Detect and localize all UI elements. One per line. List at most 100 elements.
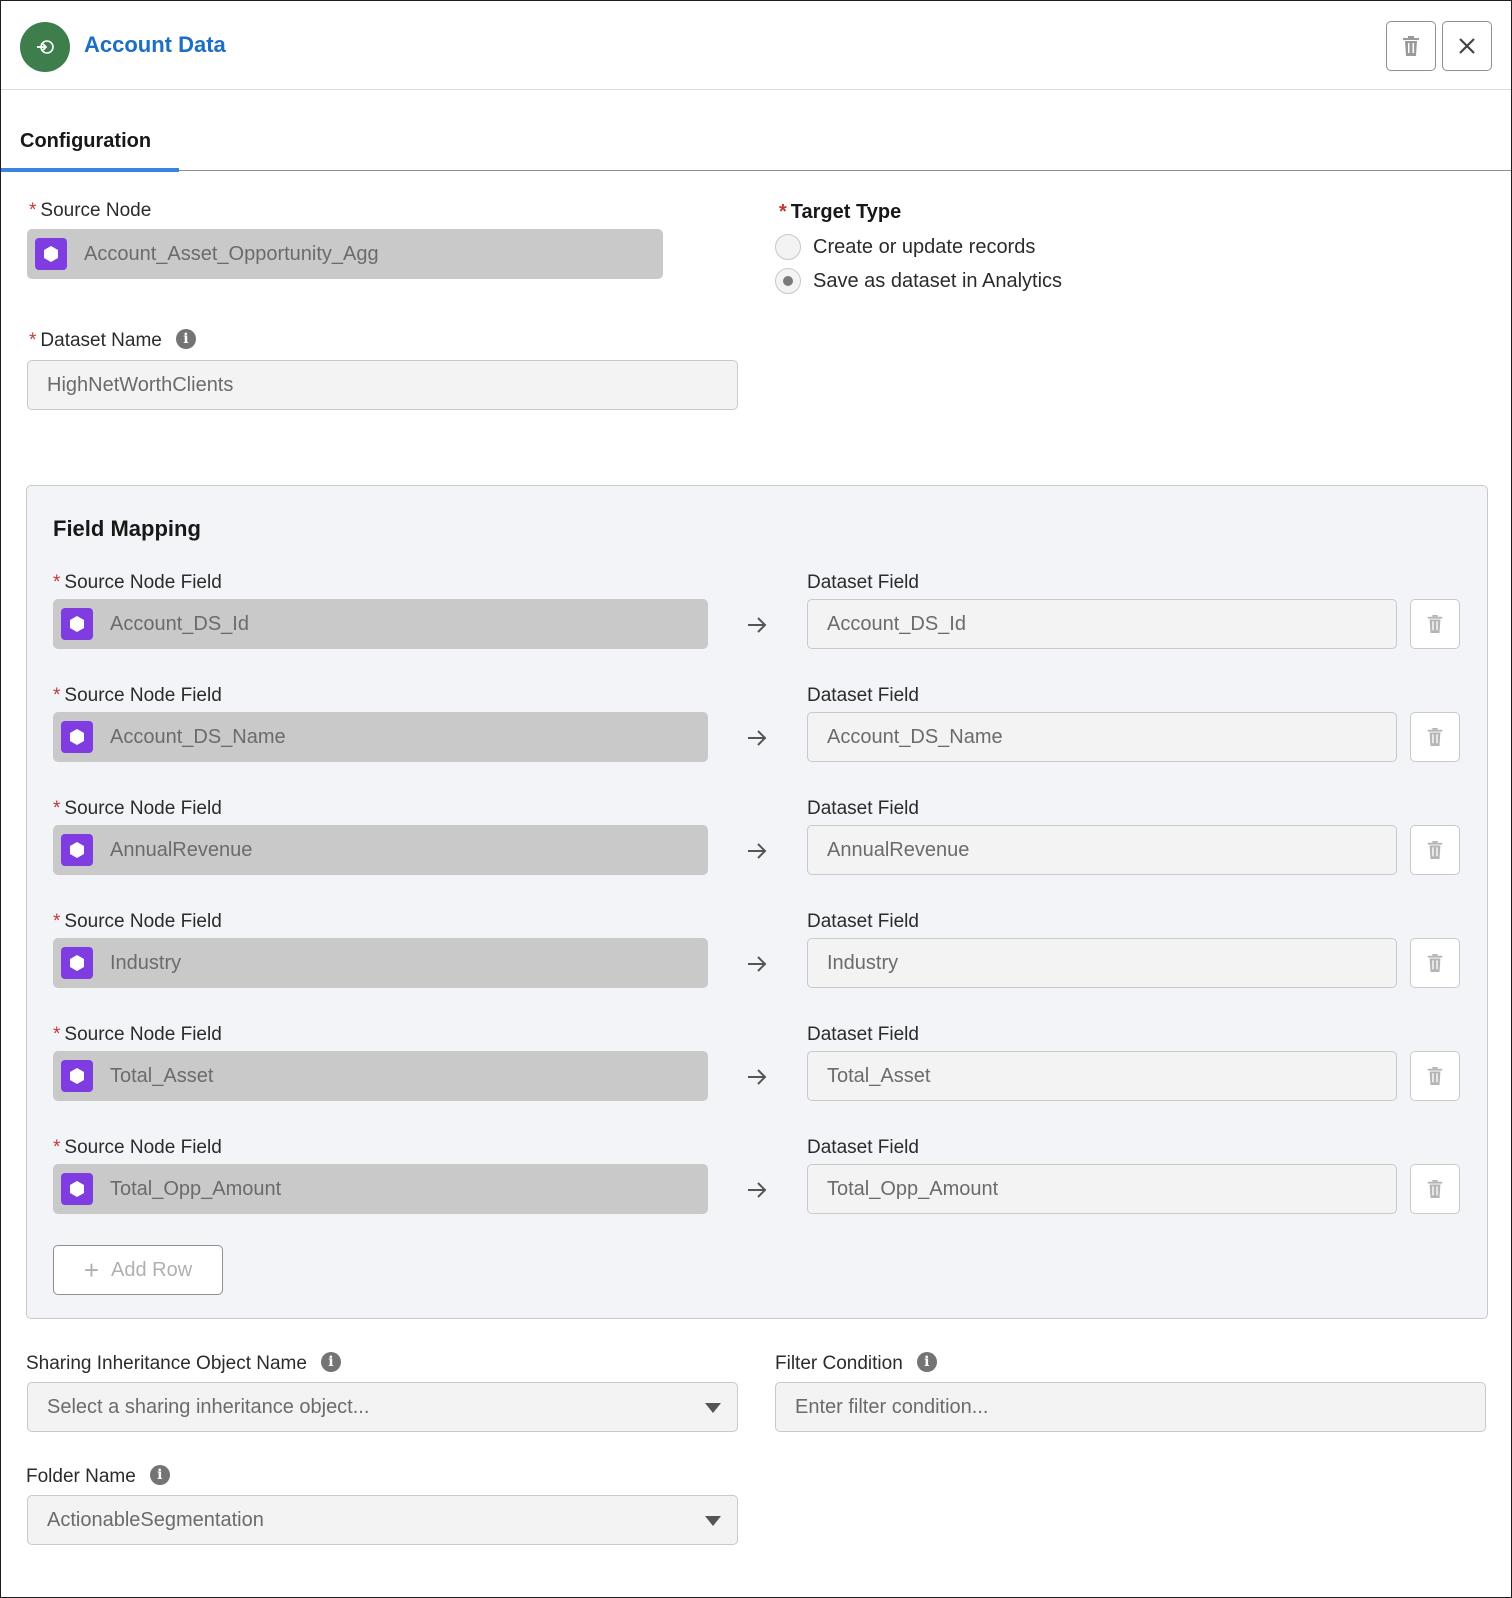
target-type-label: * Target Type	[779, 201, 902, 223]
delete-row-button[interactable]	[1410, 1164, 1460, 1214]
required-marker: *	[779, 201, 787, 223]
source-field-value: Industry	[110, 951, 182, 974]
trash-icon	[1427, 841, 1443, 859]
dataset-field-input[interactable]: Account_DS_Id	[807, 599, 1397, 649]
chevron-down-icon	[705, 1403, 721, 1413]
radio-label: Save as dataset in Analytics	[813, 269, 1063, 292]
field-type-icon	[61, 1060, 93, 1092]
folder-value: ActionableSegmentation	[47, 1508, 264, 1531]
info-icon[interactable]: i	[320, 1351, 341, 1372]
dataset-field-label: Dataset Field	[807, 572, 919, 593]
radio-circle[interactable]	[775, 234, 801, 260]
plus-icon: +	[83, 1254, 100, 1285]
dataset-field-input[interactable]: AnnualRevenue	[807, 825, 1397, 875]
arrow-right-icon	[748, 730, 767, 746]
required-marker: *	[53, 798, 61, 819]
info-icon[interactable]: i	[916, 1351, 937, 1372]
add-row-button[interactable]: + Add Row	[53, 1245, 223, 1295]
source-field-label: * Source Node Field	[53, 798, 222, 819]
mapping-row: * Source Node Field Dataset Field AnnualR…	[27, 798, 1487, 898]
dataset-field-label: Dataset Field	[807, 1024, 919, 1045]
source-field-value: Total_Asset	[110, 1064, 214, 1087]
source-field-label: * Source Node Field	[53, 1024, 222, 1045]
field-mapping-title: Field Mapping	[53, 516, 201, 541]
source-field-label: * Source Node Field	[53, 685, 222, 706]
field-type-icon	[61, 1173, 93, 1205]
dataset-field-input[interactable]: Total_Opp_Amount	[807, 1164, 1397, 1214]
delete-row-button[interactable]	[1410, 599, 1460, 649]
source-field: Total_Asset	[53, 1051, 708, 1101]
delete-row-button[interactable]	[1410, 712, 1460, 762]
field-type-icon	[61, 721, 93, 753]
info-icon[interactable]: i	[149, 1464, 170, 1485]
mapping-row: * Source Node Field Dataset Field Industr…	[27, 911, 1487, 1011]
sharing-placeholder: Select a sharing inheritance object...	[47, 1395, 370, 1418]
mapping-row: * Source Node Field Dataset Field Total_O…	[27, 1137, 1487, 1237]
field-mapping-section: Field Mapping * Source Node Field Dataset…	[26, 485, 1488, 1319]
source-field: Industry	[53, 938, 708, 988]
dataset-field-input[interactable]: Total_Asset	[807, 1051, 1397, 1101]
close-button[interactable]	[1442, 21, 1492, 71]
sharing-select[interactable]: Select a sharing inheritance object...	[27, 1382, 738, 1432]
source-field: Total_Opp_Amount	[53, 1164, 708, 1214]
folder-label: Folder Name i	[26, 1464, 170, 1488]
arrow-right-icon	[748, 617, 767, 633]
panel: Account Data Configuration * Source Node …	[0, 0, 1512, 1598]
radio-create-or-update[interactable]: Create or update records	[775, 234, 1035, 260]
field-type-icon	[61, 608, 93, 640]
arrow-right-icon	[748, 843, 767, 859]
delete-node-button[interactable]	[1386, 21, 1436, 71]
delete-row-button[interactable]	[1410, 825, 1460, 875]
required-marker: *	[53, 1137, 61, 1158]
dataset-field-label: Dataset Field	[807, 911, 919, 932]
source-field: Account_DS_Id	[53, 599, 708, 649]
tab-configuration[interactable]: Configuration	[20, 130, 151, 153]
filter-input[interactable]: Enter filter condition...	[775, 1382, 1486, 1432]
source-field: Account_DS_Name	[53, 712, 708, 762]
source-field-label: * Source Node Field	[53, 1137, 222, 1158]
source-node-field: Account_Asset_Opportunity_Agg	[27, 229, 663, 279]
dataset-field-input[interactable]: Industry	[807, 938, 1397, 988]
source-field-value: AnnualRevenue	[110, 838, 253, 861]
close-icon	[1459, 38, 1475, 54]
required-marker: *	[53, 572, 61, 593]
chevron-down-icon	[705, 1516, 721, 1526]
source-field-value: Account_DS_Id	[110, 612, 249, 635]
radio-circle-selected[interactable]	[775, 268, 801, 294]
trash-icon	[1427, 1067, 1443, 1085]
source-field: AnnualRevenue	[53, 825, 708, 875]
filter-label: Filter Condition i	[775, 1351, 937, 1375]
tab-divider	[1, 170, 1511, 171]
required-marker: *	[53, 1024, 61, 1045]
source-field-label: * Source Node Field	[53, 572, 222, 593]
delete-row-button[interactable]	[1410, 1051, 1460, 1101]
sharing-label: Sharing Inheritance Object Name i	[26, 1351, 341, 1375]
field-type-icon	[61, 834, 93, 866]
arrow-right-icon	[748, 956, 767, 972]
trash-icon	[1403, 36, 1419, 56]
source-node-value: Account_Asset_Opportunity_Agg	[84, 242, 379, 265]
required-marker: *	[29, 200, 37, 221]
mapping-row: * Source Node Field Dataset Field Account…	[27, 572, 1487, 672]
radio-label: Create or update records	[813, 235, 1036, 258]
source-field-value: Total_Opp_Amount	[110, 1177, 282, 1200]
output-node-icon	[20, 22, 70, 72]
arrow-right-icon	[748, 1069, 767, 1085]
radio-dot	[783, 276, 793, 286]
required-marker: *	[29, 330, 37, 351]
mapping-row: * Source Node Field Dataset Field Total_A…	[27, 1024, 1487, 1124]
folder-select[interactable]: ActionableSegmentation	[27, 1495, 738, 1545]
info-icon[interactable]: i	[175, 328, 196, 349]
radio-save-as-dataset[interactable]: Save as dataset in Analytics	[775, 268, 1062, 294]
trash-icon	[1427, 1180, 1443, 1198]
delete-row-button[interactable]	[1410, 938, 1460, 988]
tab-active-indicator	[1, 168, 179, 172]
source-node-label: * Source Node	[29, 200, 152, 221]
source-field-value: Account_DS_Name	[110, 725, 286, 748]
dataset-field-label: Dataset Field	[807, 685, 919, 706]
dataset-field-input[interactable]: Account_DS_Name	[807, 712, 1397, 762]
source-node-type-icon	[35, 238, 67, 270]
dataset-field-label: Dataset Field	[807, 798, 919, 819]
dataset-name-label: * Dataset Name i	[29, 328, 196, 352]
dataset-name-input[interactable]: HighNetWorthClients	[27, 360, 738, 410]
